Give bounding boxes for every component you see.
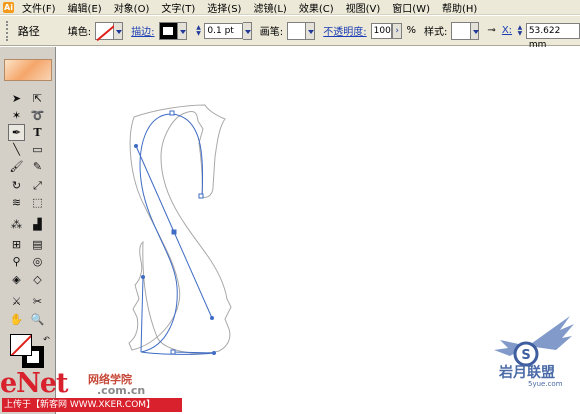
column-graph-tool-icon[interactable]: ▟ bbox=[29, 216, 46, 233]
direction-line-top bbox=[135, 145, 175, 233]
stroke-swatch[interactable] bbox=[158, 21, 178, 40]
free-transform-tool-icon[interactable]: ⬚ bbox=[29, 194, 46, 211]
selection-tool-icon[interactable]: ➤ bbox=[8, 90, 25, 107]
menu-type[interactable]: 文字(T) bbox=[161, 0, 195, 15]
adobe-flower-logo[interactable] bbox=[4, 59, 52, 81]
swap-colors-icon[interactable]: ↶ bbox=[38, 331, 55, 348]
direction-line-bottom bbox=[140, 276, 144, 353]
symbol-sprayer-tool-icon[interactable]: ⁂ bbox=[8, 216, 25, 233]
stroke-weight-dropdown[interactable] bbox=[243, 21, 252, 40]
direction-handle bbox=[141, 275, 145, 279]
enet-watermark-domain: .com.cn bbox=[97, 384, 146, 397]
stroke-label[interactable]: 描边: bbox=[131, 23, 154, 38]
opacity-arrow-button[interactable]: › bbox=[391, 22, 403, 39]
menu-filter[interactable]: 滤镜(L) bbox=[253, 0, 286, 15]
menu-help[interactable]: 帮助(H) bbox=[442, 0, 477, 15]
yueyue-watermark-domain: 5yue.com bbox=[528, 380, 563, 388]
style-dropdown[interactable] bbox=[470, 21, 480, 40]
anchor-point-icon[interactable]: ⊸ bbox=[487, 25, 495, 36]
fill-swatch[interactable] bbox=[95, 21, 115, 40]
style-swatch[interactable] bbox=[451, 21, 471, 40]
toolbar-grip[interactable] bbox=[6, 20, 10, 41]
zoom-tool-icon[interactable]: 🔍 bbox=[29, 311, 46, 328]
type-tool-icon[interactable]: T bbox=[29, 124, 46, 141]
opacity-label[interactable]: 不透明度: bbox=[323, 23, 366, 38]
upload-watermark: 上传于【新客网 WWW.XKER.COM】 bbox=[2, 398, 182, 412]
fill-dropdown[interactable] bbox=[114, 21, 124, 40]
x-field[interactable]: 53.622 mm bbox=[525, 22, 580, 50]
fill-color-box[interactable] bbox=[10, 334, 32, 356]
svg-text:S: S bbox=[521, 348, 530, 363]
menu-window[interactable]: 窗口(W) bbox=[392, 0, 430, 15]
paintbrush-tool-icon[interactable]: 🖌 bbox=[8, 158, 25, 175]
direction-handle bbox=[212, 351, 216, 355]
menu-bar: Ai 文件(F) 编辑(E) 对象(O) 文字(T) 选择(S) 滤镜(L) 效… bbox=[0, 0, 580, 15]
warp-tool-icon[interactable]: ≋ bbox=[8, 194, 25, 211]
enet-watermark-logo: eNet bbox=[0, 368, 69, 399]
stroke-weight-field[interactable]: 0.1 pt bbox=[204, 22, 244, 39]
brush-swatch[interactable] bbox=[287, 21, 307, 40]
control-bar: 路径 填色: 描边: ▲ ▼ 0.1 pt 画笔: 不透明度: 100 › % 样… bbox=[0, 16, 580, 50]
menu-view[interactable]: 视图(V) bbox=[346, 0, 381, 15]
scissors-tool-icon[interactable]: ✂ bbox=[29, 293, 46, 310]
toolbox: ➤ ⇱ ✶ ➰ ✒ T ╲ ▭ 🖌 ✎ ↻ ⤢ ≋ ⬚ ⁂ ▟ ⊞ ▤ ⚲ ◎ … bbox=[0, 47, 56, 414]
wings-logo-icon: S bbox=[494, 316, 574, 367]
menu-effect[interactable]: 效果(C) bbox=[299, 0, 334, 15]
pen-tool-icon[interactable]: ✒ bbox=[8, 124, 25, 141]
magic-wand-tool-icon[interactable]: ✶ bbox=[8, 107, 25, 124]
mesh-tool-icon[interactable]: ⊞ bbox=[8, 236, 25, 253]
opacity-field[interactable]: 100 bbox=[370, 22, 392, 39]
direction-handle bbox=[210, 316, 214, 320]
fill-label: 填色: bbox=[67, 27, 92, 38]
menu-edit[interactable]: 编辑(E) bbox=[68, 0, 102, 15]
brush-dropdown[interactable] bbox=[306, 21, 316, 40]
anchor-point bbox=[170, 349, 176, 355]
direction-line-base bbox=[172, 351, 215, 354]
s-outline-gray-path bbox=[128, 104, 232, 354]
anchor-point bbox=[171, 229, 177, 235]
direction-line-mid bbox=[173, 231, 213, 319]
x-stepper[interactable]: ▲ ▼ bbox=[516, 22, 524, 40]
brush-label: 画笔: bbox=[259, 27, 284, 38]
opacity-unit: % bbox=[406, 25, 416, 36]
slice-tool-icon[interactable]: ⚔ bbox=[8, 293, 25, 310]
stroke-weight-stepper[interactable]: ▲ ▼ bbox=[195, 22, 203, 40]
rotate-tool-icon[interactable]: ↻ bbox=[8, 177, 25, 194]
app-icon[interactable]: Ai bbox=[3, 1, 14, 13]
gradient-tool-icon[interactable]: ▤ bbox=[29, 236, 46, 253]
yueyue-watermark-text: 岩月联盟 bbox=[499, 365, 555, 381]
pencil-tool-icon[interactable]: ✎ bbox=[29, 158, 46, 175]
x-label[interactable]: X: bbox=[502, 25, 512, 36]
style-label: 样式: bbox=[423, 27, 448, 38]
menu-object[interactable]: 对象(O) bbox=[114, 0, 150, 15]
blend-tool-icon[interactable]: ◎ bbox=[29, 253, 46, 270]
direct-selection-tool-icon[interactable]: ⇱ bbox=[29, 90, 46, 107]
rectangle-tool-icon[interactable]: ▭ bbox=[29, 141, 46, 158]
object-type-label: 路径 bbox=[17, 24, 40, 38]
live-paint-selection-tool-icon[interactable]: ◇ bbox=[29, 271, 46, 288]
menu-select[interactable]: 选择(S) bbox=[207, 0, 241, 15]
anchor-point bbox=[198, 193, 204, 199]
menu-file[interactable]: 文件(F) bbox=[22, 0, 56, 15]
stroke-dropdown[interactable] bbox=[177, 21, 187, 40]
direction-handle bbox=[134, 144, 138, 148]
lasso-tool-icon[interactable]: ➰ bbox=[29, 107, 46, 124]
anchor-point bbox=[169, 110, 175, 116]
eyedropper-tool-icon[interactable]: ⚲ bbox=[8, 253, 25, 270]
hand-tool-icon[interactable]: ✋ bbox=[8, 311, 25, 328]
line-tool-icon[interactable]: ╲ bbox=[8, 141, 25, 158]
live-paint-tool-icon[interactable]: ◈ bbox=[8, 271, 25, 288]
scale-tool-icon[interactable]: ⤢ bbox=[29, 177, 46, 194]
